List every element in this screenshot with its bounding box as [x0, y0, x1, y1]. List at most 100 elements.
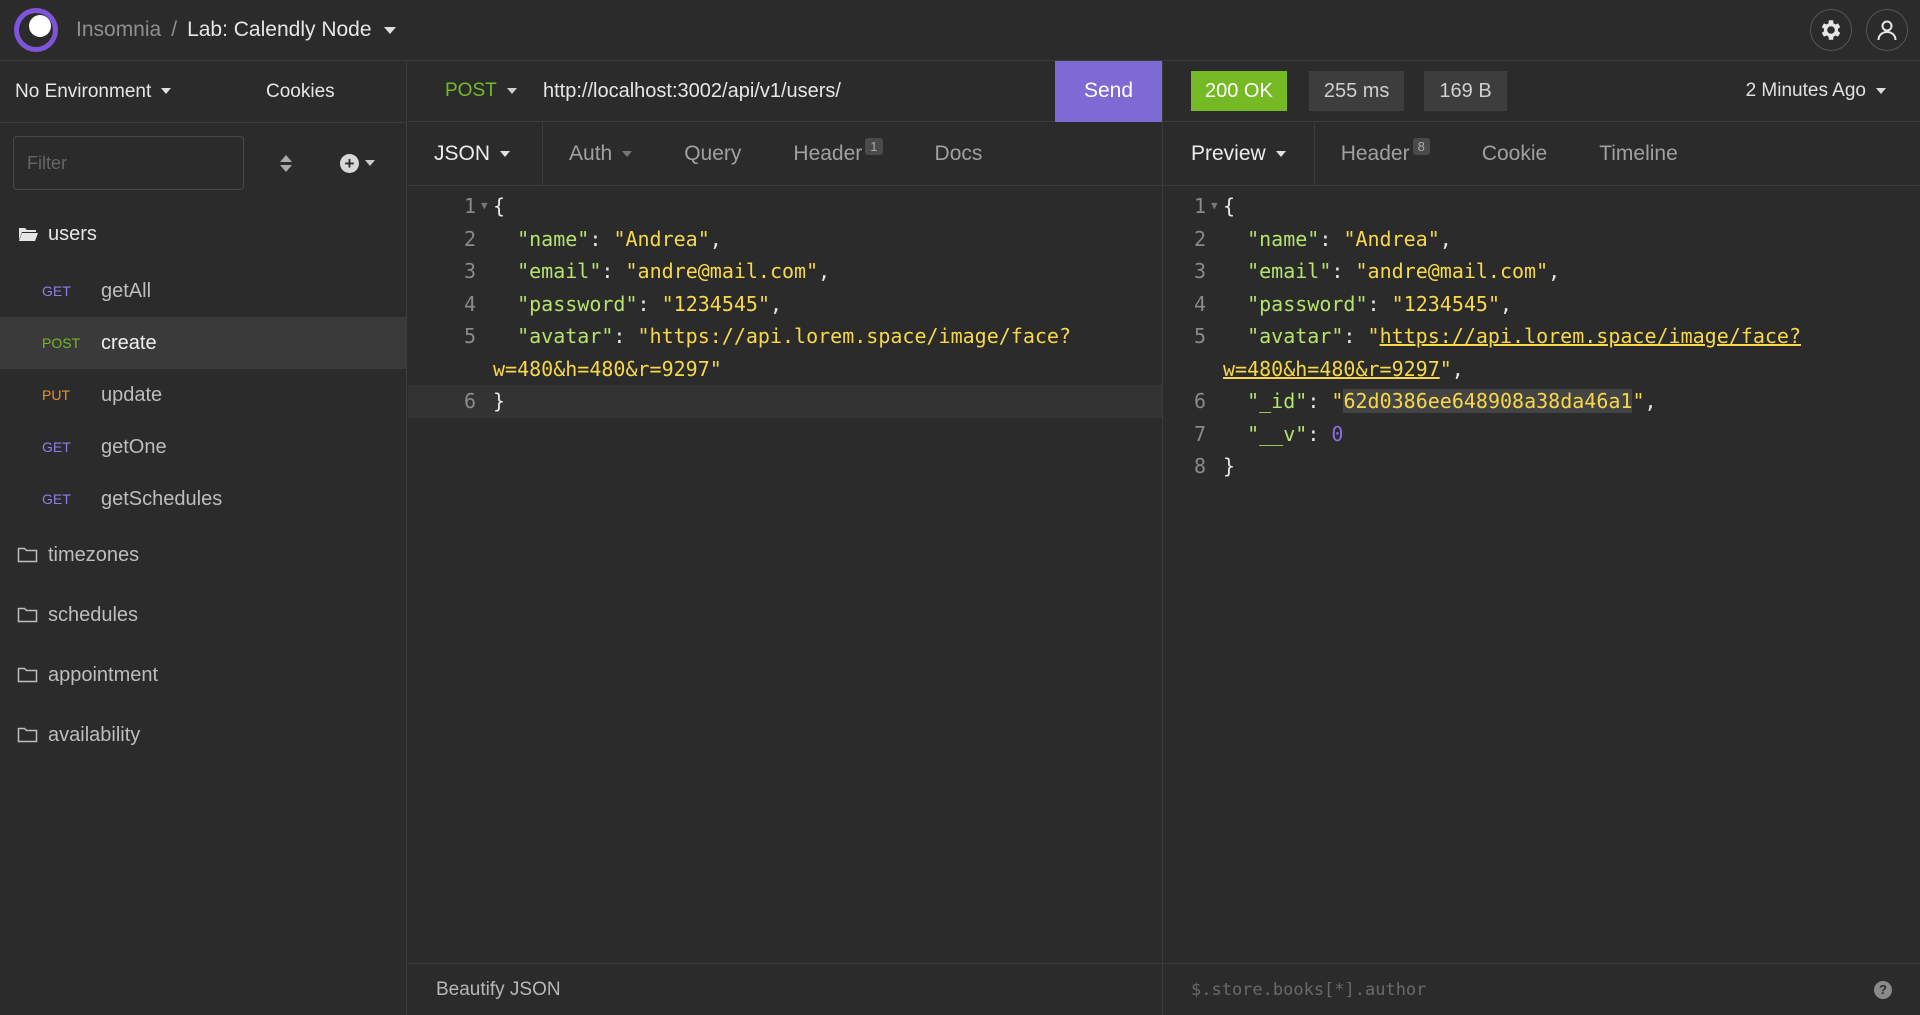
json-string: w=480&h=480&r=9297": [493, 356, 722, 381]
json-key: "email": [1247, 259, 1332, 283]
folder-users[interactable]: users: [0, 203, 406, 265]
breadcrumb: Insomnia / Lab: Calendly Node: [76, 18, 396, 42]
code-line: 1 ▼{: [1164, 190, 1920, 223]
response-footer: ?: [1164, 963, 1920, 1015]
chevron-down-icon: [161, 88, 172, 95]
breadcrumb-app[interactable]: Insomnia: [76, 18, 161, 42]
add-item-button[interactable]: +: [340, 153, 375, 173]
folder-open-icon: [18, 228, 38, 241]
json-string: "Andrea": [1343, 226, 1440, 251]
send-button[interactable]: Send: [1055, 60, 1162, 122]
sort-up-icon: [280, 154, 292, 162]
account-button[interactable]: [1866, 9, 1908, 51]
response-body-viewer[interactable]: 1 ▼{ 2 "name": "Andrea", 3 "email": "andr…: [1164, 186, 1920, 483]
request-label: update: [101, 383, 163, 406]
fold-arrow-icon[interactable]: ▼: [1208, 190, 1223, 223]
line-number: 6: [463, 389, 476, 413]
insomnia-app: Insomnia / Lab: Calendly Node No Environ…: [0, 0, 1920, 1015]
beautify-json-button[interactable]: Beautify JSON: [436, 979, 561, 1001]
tab-response-header[interactable]: Header 8: [1315, 122, 1456, 185]
url-input[interactable]: http://localhost:3002/api/v1/users/: [543, 80, 1055, 103]
sort-button[interactable]: [277, 151, 295, 175]
environment-row: No Environment Cookies: [0, 61, 406, 123]
code-line: 4 "password": "1234545",: [1193, 291, 1513, 316]
code-line-wrap: w=480&h=480&r=9297": [408, 353, 1162, 386]
request-item-getone[interactable]: GET getOne: [0, 421, 406, 473]
json-key: "avatar": [1247, 324, 1344, 348]
response-status-bar: 200 OK 255 ms 169 B 2 Minutes Ago: [1164, 61, 1920, 122]
folder-label: schedules: [48, 603, 139, 626]
request-footer: Beautify JSON: [408, 963, 1163, 1015]
environment-dropdown[interactable]: No Environment: [15, 81, 266, 103]
tab-label: Timeline: [1599, 141, 1678, 165]
code-line: 5 "avatar": "https://api.lorem.space/ima…: [408, 320, 1162, 353]
tab-header[interactable]: Header 1: [767, 122, 908, 185]
insomnia-logo-icon[interactable]: [14, 8, 58, 52]
cookies-button[interactable]: Cookies: [266, 81, 335, 103]
response-history-dropdown[interactable]: 2 Minutes Ago: [1746, 80, 1886, 102]
json-key: "_id": [1247, 389, 1308, 413]
line-number: 4: [463, 291, 476, 316]
request-label: create: [101, 331, 157, 354]
folder-appointment[interactable]: appointment: [0, 645, 406, 705]
user-icon: [1877, 20, 1897, 41]
avatar-link-cont[interactable]: w=480&h=480&r=9297: [1223, 357, 1440, 381]
request-item-getschedules[interactable]: GET getSchedules: [0, 473, 406, 525]
folder-schedules[interactable]: schedules: [0, 585, 406, 645]
json-key: "password": [517, 291, 638, 316]
code-line: 7 "__v": 0: [1193, 421, 1344, 446]
folder-label: availability: [48, 723, 141, 746]
method-dropdown[interactable]: POST: [445, 80, 543, 102]
tab-docs[interactable]: Docs: [909, 122, 1009, 185]
top-bar: Insomnia / Lab: Calendly Node: [0, 0, 1920, 61]
environment-label: No Environment: [15, 80, 152, 102]
code-line: 8}: [1193, 454, 1236, 478]
tab-cookie[interactable]: Cookie: [1456, 122, 1573, 185]
response-size-badge: 169 B: [1424, 71, 1507, 111]
chevron-down-icon: [1876, 88, 1886, 94]
tab-label: Query: [684, 141, 742, 165]
tab-body-json[interactable]: JSON: [408, 122, 544, 185]
breadcrumb-separator: /: [171, 18, 178, 41]
request-body-editor[interactable]: 1 ▼{ 2 "name": "Andrea", 3 "email": "andr…: [408, 186, 1162, 418]
time-ago-label: 2 Minutes Ago: [1745, 80, 1866, 101]
filter-input[interactable]: [13, 136, 244, 190]
code-line: 2 "name": "Andrea",: [408, 223, 1162, 256]
json-string: "1234545": [661, 291, 770, 316]
tab-label: JSON: [434, 141, 491, 165]
request-item-update[interactable]: PUT update: [0, 369, 406, 421]
avatar-link[interactable]: https://api.lorem.space/image/face?: [1380, 324, 1801, 348]
request-item-create[interactable]: POST create: [0, 317, 406, 369]
folder-availability[interactable]: availability: [0, 705, 406, 765]
json-key: "email": [517, 259, 602, 283]
jsonpath-filter-input[interactable]: [1191, 979, 1831, 1000]
tab-label: Header: [793, 141, 863, 165]
request-tree: users GET getAll POST create PUT update …: [0, 203, 406, 765]
json-string: "Andrea": [613, 226, 710, 251]
folder-timezones[interactable]: timezones: [0, 525, 406, 585]
tab-auth[interactable]: Auth: [543, 122, 658, 185]
plus-circle-icon: +: [340, 153, 359, 173]
code-line-active: 6}: [408, 385, 1162, 418]
filter-row: +: [0, 123, 406, 203]
url-bar: POST http://localhost:3002/api/v1/users/…: [408, 60, 1162, 122]
tab-timeline[interactable]: Timeline: [1573, 122, 1704, 185]
folder-icon: [17, 547, 38, 563]
chevron-down-icon[interactable]: [383, 26, 396, 34]
json-key: "__v": [1247, 421, 1308, 446]
json-string: "https://api.lorem.space/image/face?: [637, 324, 1071, 348]
tab-preview[interactable]: Preview: [1164, 122, 1315, 185]
folder-label: users: [48, 222, 97, 245]
request-label: getOne: [101, 435, 167, 458]
workspace-dropdown[interactable]: Lab: Calendly Node: [187, 18, 371, 42]
header-count-badge: 8: [1412, 138, 1430, 155]
code-line: 3 "email": "andre@mail.com",: [1193, 259, 1561, 283]
request-tabs: JSON Auth Query Header 1 Docs: [408, 122, 1162, 186]
header-count-badge: 1: [865, 138, 883, 155]
fold-arrow-icon[interactable]: ▼: [478, 190, 493, 223]
request-item-getall[interactable]: GET getAll: [0, 265, 406, 317]
help-icon[interactable]: ?: [1874, 980, 1892, 999]
code-line-wrap: w=480&h=480&r=9297",: [1223, 356, 1464, 381]
tab-query[interactable]: Query: [658, 122, 767, 185]
settings-button[interactable]: [1810, 9, 1852, 51]
